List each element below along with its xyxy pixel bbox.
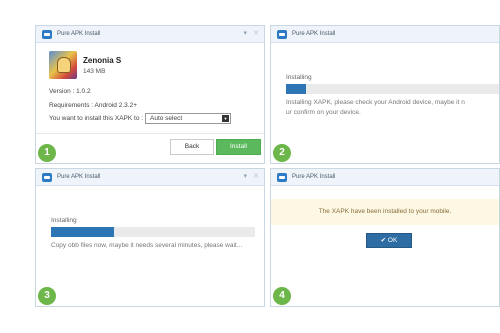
back-button[interactable]: Back — [170, 139, 214, 155]
step-badge-3: 3 — [38, 287, 56, 305]
progress-bar — [51, 227, 255, 237]
ok-button[interactable]: ✔ OK — [366, 233, 412, 248]
install-dialog-step-2: Pure APK Install Installing Installing X… — [270, 25, 500, 164]
install-message-line-2: ur confirm on your device. — [286, 109, 361, 116]
window-title: Pure APK Install — [57, 174, 101, 180]
window-title: Pure APK Install — [292, 31, 336, 37]
game-app-icon — [49, 51, 77, 79]
install-message-line-1: Installing XAPK, please check your Andro… — [286, 99, 465, 106]
window-title: Pure APK Install — [57, 31, 101, 37]
install-button[interactable]: Install — [216, 139, 261, 155]
close-icon[interactable]: ✕ — [253, 29, 259, 37]
divider — [36, 133, 264, 134]
version-text: Version : 1.0.2 — [49, 88, 91, 95]
success-notice: The XAPK have been installed to your mob… — [271, 199, 499, 225]
app-size: 143 MB — [83, 68, 106, 75]
install-target-value: Auto select — [150, 115, 183, 122]
close-icon[interactable]: ✕ — [253, 172, 259, 180]
app-logo-icon — [277, 173, 287, 182]
check-icon: ✔ — [380, 237, 387, 244]
copy-obb-message: Copy obb files now, maybe it needs sever… — [51, 242, 243, 249]
minimize-icon[interactable]: ▾ — [243, 29, 247, 37]
chevron-down-icon[interactable]: ▼ — [222, 115, 229, 122]
minimize-icon[interactable]: ▾ — [243, 172, 247, 180]
install-dialog-step-1: Pure APK Install ▾ ✕ Zenonia S 143 MB Ve… — [35, 25, 265, 164]
ok-label: OK — [387, 237, 398, 244]
installing-label: Installing — [286, 74, 312, 81]
app-name: Zenonia S — [83, 56, 122, 65]
step-badge-4: 4 — [273, 287, 291, 305]
title-bar: Pure APK Install ▾ ✕ — [36, 26, 264, 43]
title-bar: Pure APK Install — [271, 26, 499, 43]
install-target-select[interactable]: Auto select ▼ — [145, 113, 231, 124]
installing-label: Installing — [51, 217, 77, 224]
step-badge-2: 2 — [273, 144, 291, 162]
window-title: Pure APK Install — [292, 174, 336, 180]
requirements-text: Requirements : Android 2.3.2+ — [49, 102, 137, 109]
install-target-label: You want to install this XAPK to : — [49, 115, 144, 122]
app-logo-icon — [277, 30, 287, 39]
install-dialog-step-3: Pure APK Install ▾ ✕ Installing Copy obb… — [35, 168, 265, 307]
step-badge-1: 1 — [38, 144, 56, 162]
title-bar: Pure APK Install ▾ ✕ — [36, 169, 264, 186]
app-logo-icon — [42, 30, 52, 39]
app-logo-icon — [42, 173, 52, 182]
progress-bar — [286, 84, 499, 94]
install-dialog-step-4: Pure APK Install The XAPK have been inst… — [270, 168, 500, 307]
install-message: Installing XAPK, please check your Andro… — [286, 98, 465, 118]
title-bar: Pure APK Install — [271, 169, 499, 186]
progress-fill — [286, 84, 306, 94]
progress-fill — [51, 227, 115, 237]
